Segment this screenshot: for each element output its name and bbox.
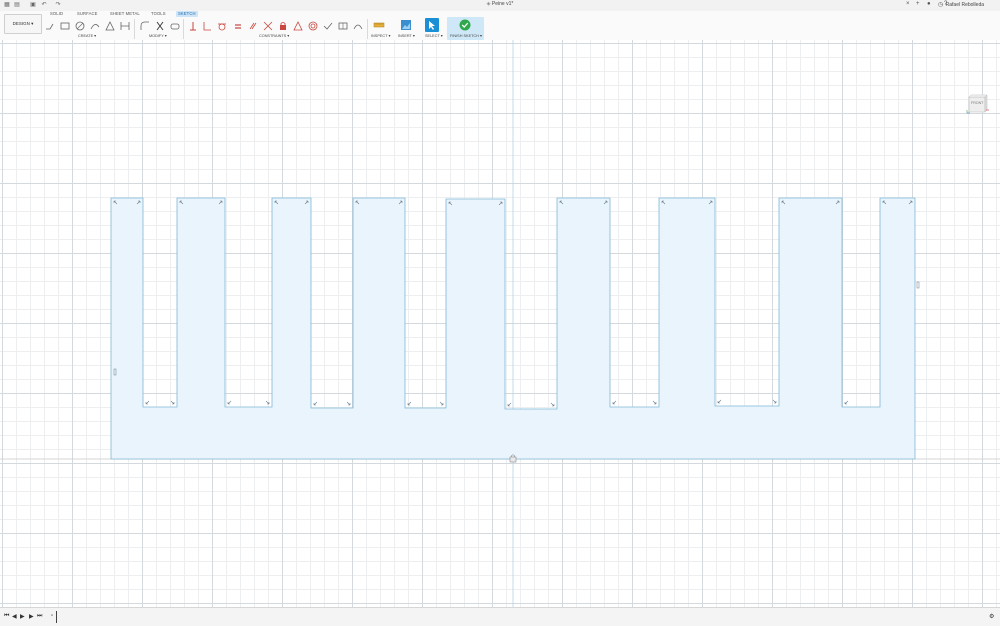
timeline-bar: ⏮ ◀ ▶ ▶ ⏭ ▫ ⚙ <box>0 607 1000 626</box>
origin-lock-icon <box>509 456 517 463</box>
new-tab-icon[interactable]: + <box>916 1 920 7</box>
tab-tools[interactable]: TOOLS <box>149 11 168 17</box>
trim-tool-icon[interactable] <box>154 20 165 31</box>
create-menu[interactable]: CREATE ▾ <box>78 33 96 38</box>
right-edge-marker <box>916 281 920 289</box>
tab-sketch[interactable]: SKETCH <box>176 11 198 17</box>
polygon-tool-icon[interactable] <box>104 20 115 31</box>
smooth-constraint-icon[interactable] <box>352 20 363 31</box>
sketch-canvas[interactable]: FRONT <box>0 40 1000 607</box>
go-to-end-icon[interactable]: ⏭ <box>37 613 42 620</box>
rectangle-tool-icon[interactable] <box>59 20 70 31</box>
tab-solid[interactable]: SOLID <box>48 11 65 17</box>
parallel-constraint-icon[interactable] <box>247 20 258 31</box>
symmetry-constraint-icon[interactable] <box>292 20 303 31</box>
timeline-settings-gear-icon[interactable]: ⚙ <box>989 613 994 620</box>
select-cursor-icon[interactable] <box>425 18 439 32</box>
insert-menu[interactable]: INSERT ▾ <box>398 33 415 38</box>
finish-sketch-menu[interactable]: FINISH SKETCH ▾ <box>450 33 482 38</box>
inspect-menu[interactable]: INSPECT ▾ <box>371 33 390 38</box>
view-cube-face-label: FRONT <box>971 101 984 105</box>
collinear-constraint-icon[interactable] <box>262 20 273 31</box>
circle-tool-icon[interactable] <box>74 20 85 31</box>
sketch-drawing <box>0 40 1000 607</box>
perpendicular-constraint-icon[interactable] <box>201 20 212 31</box>
tab-surface[interactable]: SURFACE <box>75 11 99 17</box>
separator <box>367 19 368 39</box>
timeline-sketch-icon[interactable]: ▫ <box>51 613 53 619</box>
fix-lock-icon[interactable] <box>277 20 288 31</box>
user-name[interactable]: Rafael Rebolleda <box>946 2 984 8</box>
finish-checkmark-icon[interactable] <box>458 18 472 32</box>
document-title: ◈ Peine v1* <box>0 1 1000 7</box>
mirror-tool-icon[interactable] <box>119 20 130 31</box>
timeline-marker[interactable] <box>56 611 57 623</box>
tab-sheet-metal[interactable]: SHEET METAL <box>108 11 142 17</box>
insert-image-icon[interactable] <box>399 18 413 32</box>
select-menu[interactable]: SELECT ▾ <box>425 33 443 38</box>
modify-menu[interactable]: MODIFY ▾ <box>149 33 167 38</box>
horizontal-vertical-constraint-icon[interactable] <box>337 20 348 31</box>
fillet-tool-icon[interactable] <box>139 20 150 31</box>
view-cube[interactable]: FRONT <box>966 92 989 114</box>
go-to-start-icon[interactable]: ⏮ <box>4 613 9 620</box>
offset-tool-icon[interactable] <box>169 20 180 31</box>
extensions-icon[interactable]: ● <box>927 1 931 7</box>
constraints-menu[interactable]: CONSTRAINTS ▾ <box>259 33 289 38</box>
tangent-constraint-icon[interactable] <box>216 20 227 31</box>
coincident-constraint-icon[interactable] <box>187 20 198 31</box>
measure-icon[interactable] <box>372 18 386 32</box>
workspace-switcher-button[interactable]: DESIGN ▾ <box>4 14 42 34</box>
document-title-text: Peine v1* <box>491 1 514 7</box>
separator <box>134 19 135 39</box>
concentric-constraint-icon[interactable] <box>307 20 318 31</box>
arc-tool-icon[interactable] <box>89 20 100 31</box>
step-forward-icon[interactable]: ▶ <box>29 613 34 620</box>
step-back-icon[interactable]: ◀ <box>12 613 17 620</box>
equal-constraint-icon[interactable] <box>232 20 243 31</box>
line-tool-icon[interactable] <box>44 20 55 31</box>
toolbar: DESIGN ▾ SOLID SURFACE SHEET METAL TOOLS… <box>0 11 1000 41</box>
separator <box>183 19 184 39</box>
play-icon[interactable]: ▶ <box>20 613 25 620</box>
close-tab-icon[interactable]: × <box>906 1 910 7</box>
midpoint-constraint-icon[interactable] <box>322 20 333 31</box>
clock-icon[interactable]: ◷ <box>938 1 943 8</box>
